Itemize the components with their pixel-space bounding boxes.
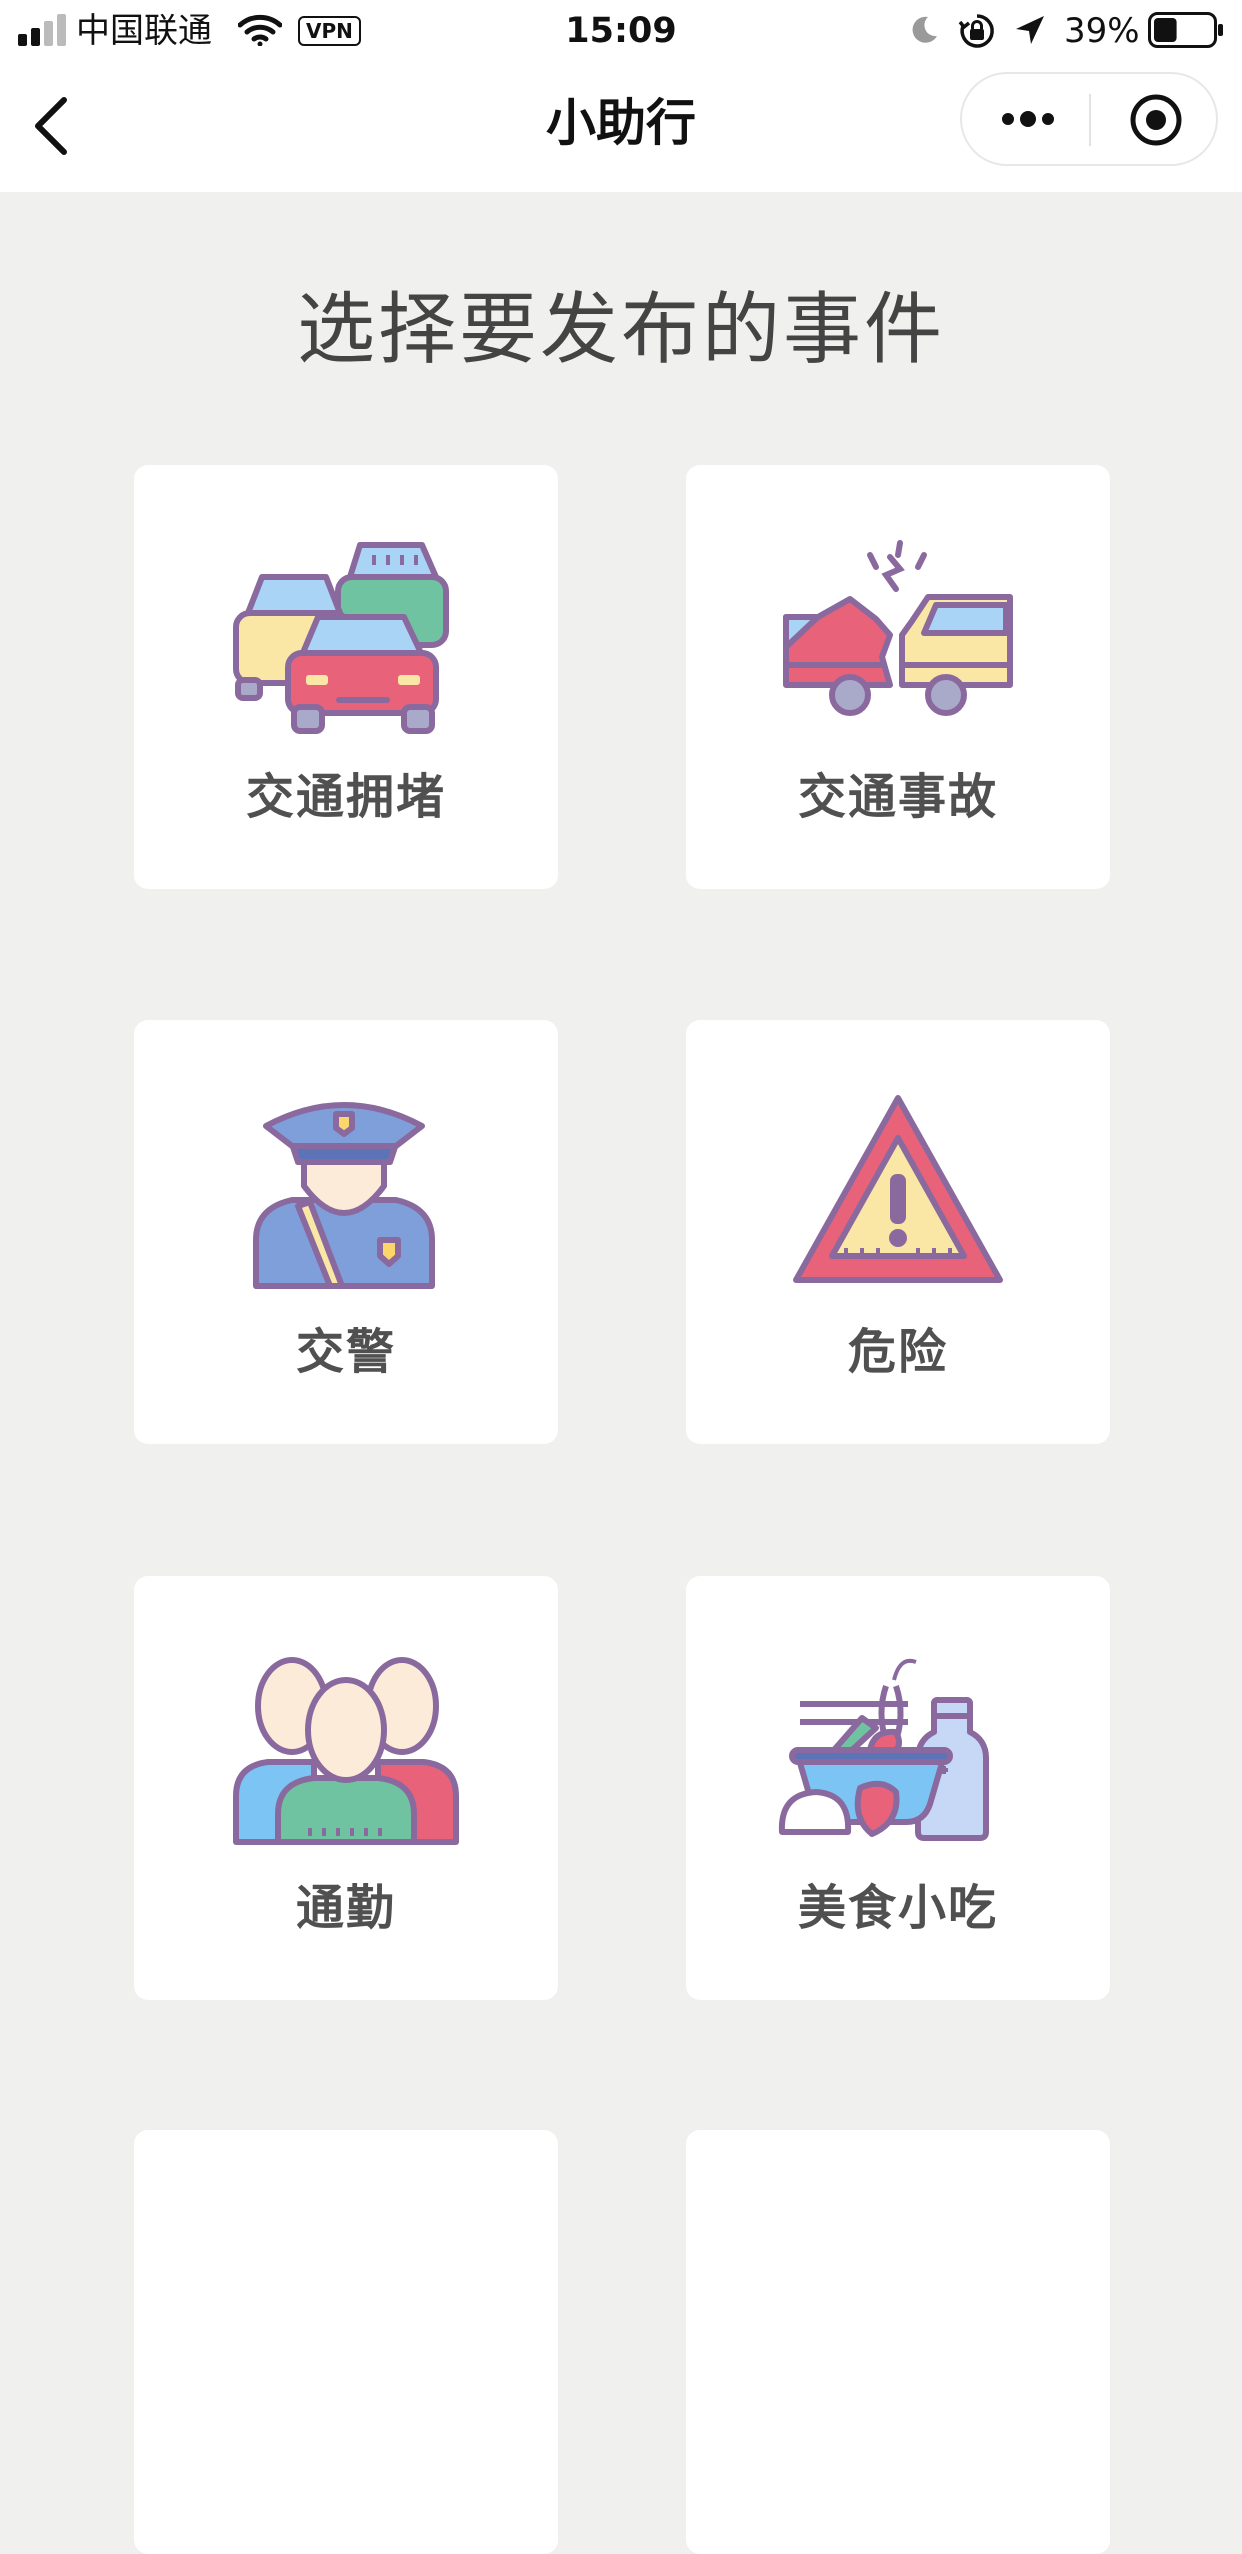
battery-percent: 39% [1064,11,1140,51]
capsule-divider [1089,94,1091,146]
event-label: 交通事故 [797,769,998,825]
battery-icon [1148,12,1223,48]
battery-fill [1154,18,1177,42]
navigation-bar: 小助行 [0,62,1242,192]
event-label: 交警 [295,1324,396,1380]
event-label: 危险 [847,1324,948,1380]
status-time: 15:09 [565,11,677,51]
event-label: 交通拥堵 [245,769,446,825]
event-card-partial[interactable] [134,2130,558,2554]
do-not-disturb-moon-icon [912,16,937,43]
traffic-police-icon [253,1102,435,1289]
event-card-food-snacks[interactable]: 美食小吃 [686,1576,1110,2000]
event-card-commute[interactable]: 通勤 [134,1576,558,2000]
commuters-icon [233,1657,459,1845]
event-card-traffic-jam[interactable]: 交通拥堵 [134,465,558,889]
food-snacks-icon [778,1658,989,1841]
more-dots-icon[interactable] [998,96,1058,142]
section-heading: 选择要发布的事件 [296,285,945,375]
close-miniprogram-icon[interactable] [1128,92,1184,148]
miniprogram-capsule [960,72,1218,166]
event-card-danger[interactable]: 危险 [686,1020,1110,1444]
orientation-lock-icon [958,14,994,48]
event-card-traffic-police[interactable]: 交警 [134,1020,558,1444]
car-accident-icon [783,540,1013,716]
event-label: 通勤 [295,1880,396,1936]
status-bar: 中国联通 VPN 15:09 39% [0,0,1242,62]
traffic-jam-icon [233,542,449,734]
warning-triangle-icon [793,1095,1003,1283]
event-label: 美食小吃 [797,1880,998,1936]
location-arrow-icon [1016,16,1044,44]
event-card-traffic-accident[interactable]: 交通事故 [686,465,1110,889]
event-card-partial[interactable] [686,2130,1110,2554]
